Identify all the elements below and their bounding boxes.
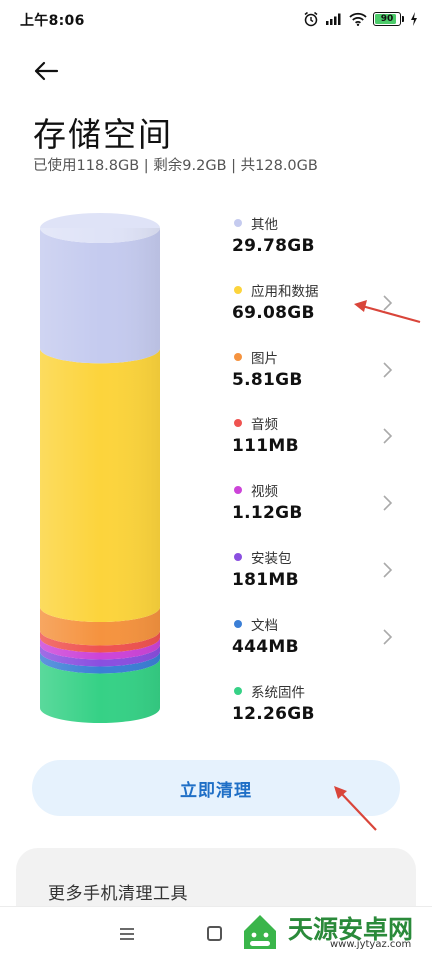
legend-dot — [234, 686, 242, 695]
clean-now-button[interactable]: 立即清理 — [32, 760, 400, 816]
signal-icon — [326, 13, 341, 25]
storage-summary: 已使用118.8GB | 剩余9.2GB | 共128.0GB — [33, 158, 318, 174]
home-button[interactable] — [207, 926, 222, 941]
wifi-icon — [349, 12, 367, 26]
status-bar: 上午8:06 90 — [0, 0, 432, 38]
watermark-logo-icon — [244, 915, 276, 949]
page-title: 存储空间 — [33, 115, 173, 154]
watermark-text-block: 天源安卓网 www.jytyaz.com — [282, 916, 413, 950]
storage-legend: 其他 29.78GB 应用和数据 69.08GB 图片 5.81GB 音频 111MB 视频 1.… — [232, 212, 410, 746]
legend-label: 系统固件 — [251, 684, 305, 701]
charging-icon — [411, 12, 417, 26]
legend-item[interactable]: 音频 111MB — [232, 412, 410, 479]
legend-dot — [234, 352, 242, 361]
chevron-right-icon[interactable] — [380, 493, 394, 513]
chevron-right-icon[interactable] — [380, 293, 394, 313]
legend-item[interactable]: 文档 444MB — [232, 613, 410, 680]
legend-item[interactable]: 安装包 181MB — [232, 546, 410, 613]
legend-label: 图片 — [251, 350, 278, 367]
status-icons: 90 — [303, 9, 418, 29]
watermark: 天源安卓网 www.jytyaz.com — [238, 906, 432, 960]
legend-size: 29.78GB — [232, 236, 315, 256]
legend-label: 视频 — [251, 484, 278, 501]
legend-dot — [234, 285, 242, 294]
legend-head: 系统固件 — [232, 680, 410, 702]
watermark-url: www.jytyaz.com — [330, 938, 412, 950]
back-button[interactable] — [28, 56, 64, 86]
legend-item[interactable]: 应用和数据 69.08GB — [232, 279, 410, 346]
legend-dot — [234, 552, 242, 561]
chevron-right-icon[interactable] — [380, 627, 394, 647]
alarm-icon — [304, 11, 318, 27]
arrow-left-icon — [34, 61, 59, 81]
legend-item[interactable]: 图片 5.81GB — [232, 346, 410, 413]
recents-menu-icon[interactable] — [118, 925, 136, 943]
storage-cylinder-chart — [40, 213, 160, 723]
legend-head: 其他 — [232, 212, 410, 234]
legend-label: 文档 — [251, 617, 278, 634]
chevron-right-icon[interactable] — [380, 560, 394, 580]
battery-icon: 90 — [373, 12, 401, 26]
legend-label: 其他 — [251, 217, 278, 233]
status-time: 上午8:06 — [20, 13, 85, 29]
legend-size: 12.26GB — [232, 703, 315, 724]
legend-dot — [234, 419, 242, 428]
battery-cap — [402, 16, 404, 22]
chevron-right-icon[interactable] — [380, 426, 394, 446]
legend-dot — [234, 486, 242, 495]
legend-item: 其他 29.78GB — [232, 212, 410, 279]
legend-label: 应用和数据 — [251, 283, 319, 300]
legend-dot — [234, 219, 242, 227]
legend-label: 音频 — [251, 417, 278, 434]
chevron-right-icon[interactable] — [380, 360, 394, 380]
clean-now-label: 立即清理 — [180, 780, 252, 801]
cylinder-shading — [40, 228, 160, 723]
more-cleaning-tools-label: 更多手机清理工具 — [48, 884, 188, 904]
legend-item[interactable]: 视频 1.12GB — [232, 479, 410, 546]
legend-dot — [234, 619, 242, 628]
legend-label: 安装包 — [251, 550, 292, 567]
battery-percent: 90 — [380, 14, 394, 24]
legend-item: 系统固件 12.26GB — [232, 680, 410, 747]
